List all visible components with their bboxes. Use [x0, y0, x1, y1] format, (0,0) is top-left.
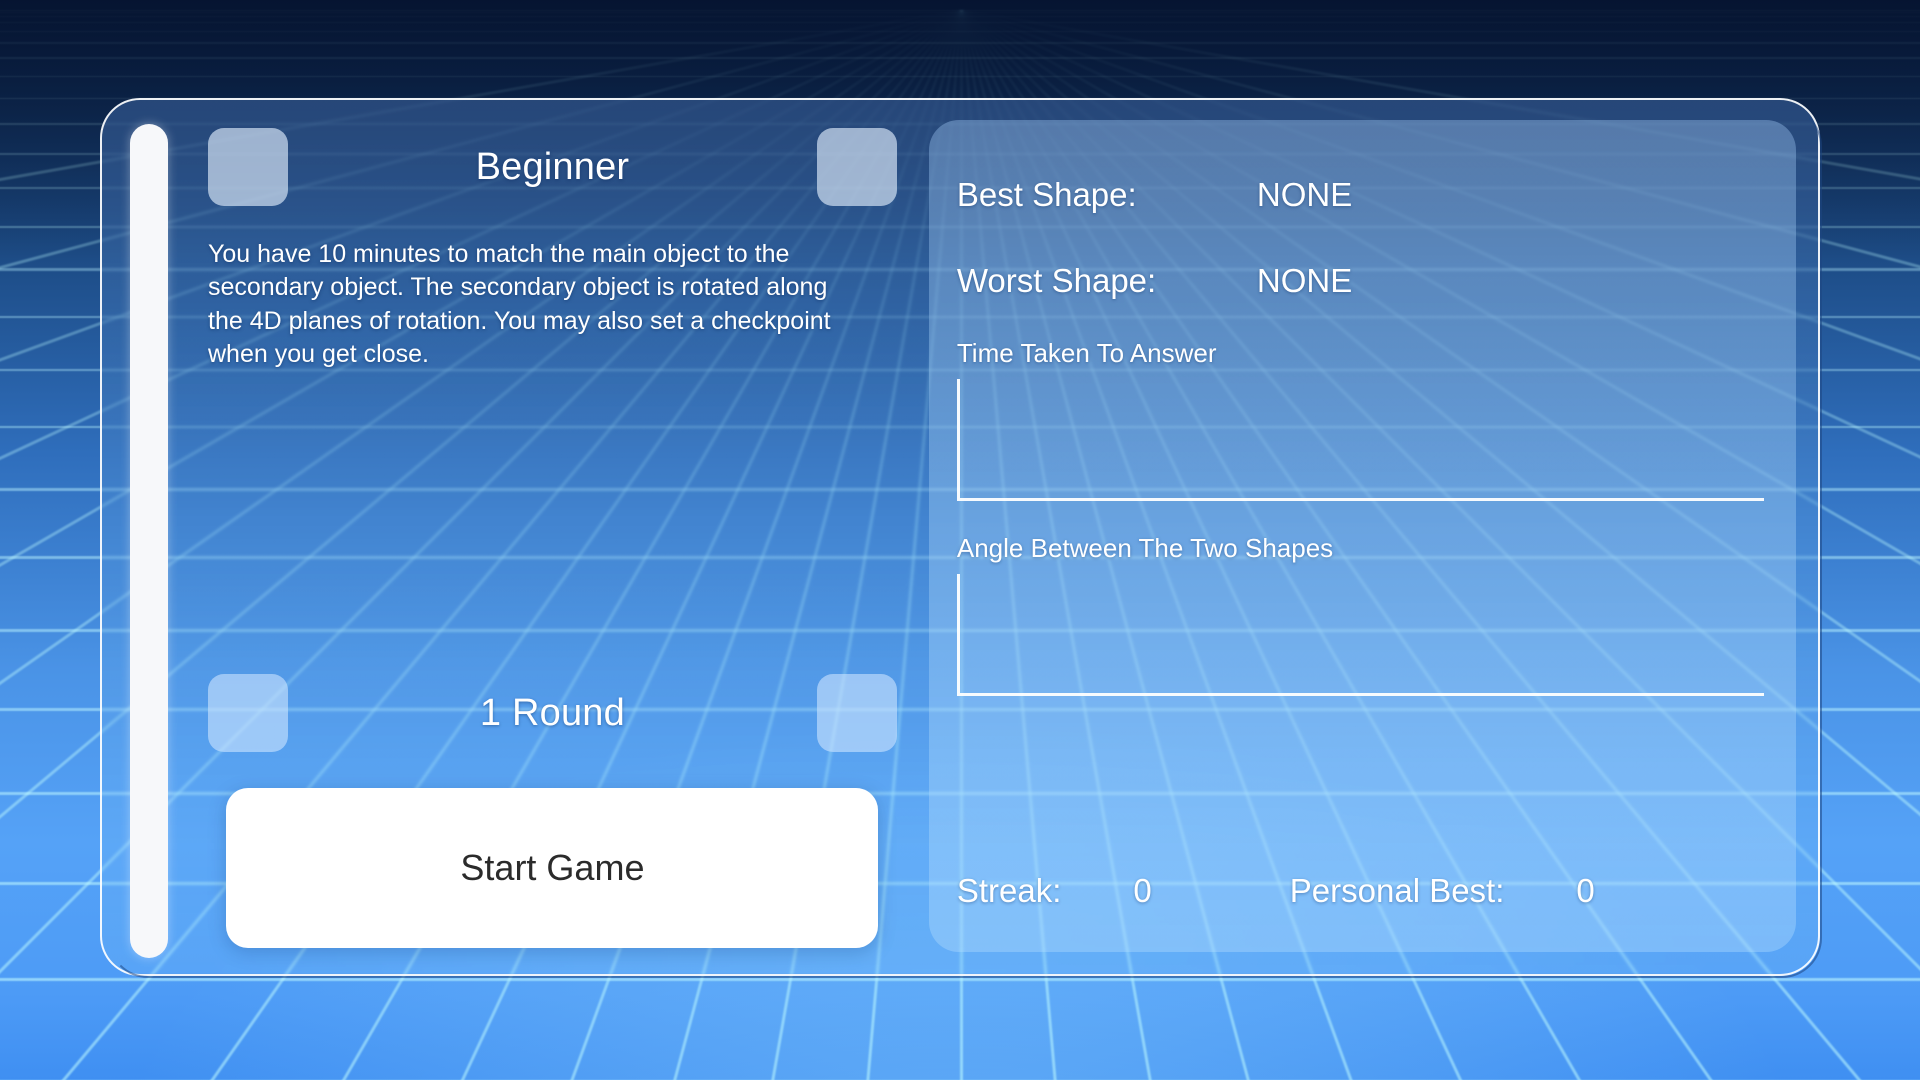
main-window-card: Beginner You have 10 minutes to match th…: [100, 98, 1822, 978]
vertical-slider[interactable]: [128, 124, 170, 958]
time-taken-chart-axes: [956, 379, 1764, 501]
start-game-button[interactable]: Start Game: [226, 788, 879, 948]
rounds-increment-button[interactable]: [816, 674, 897, 752]
time-taken-chart-title: Time Taken To Answer: [956, 338, 1217, 368]
streak-label: Streak:: [956, 872, 1062, 909]
personal-best-label: Personal Best:: [1289, 872, 1505, 909]
instructions-text: You have 10 minutes to match the main ob…: [208, 240, 831, 368]
worst-shape-row: Worst Shape: NONE: [957, 238, 1764, 324]
difficulty-increment-button[interactable]: [816, 128, 897, 206]
time-taken-chart: Time Taken To Answer: [956, 338, 1764, 501]
slider-thumb[interactable]: [130, 124, 168, 958]
rounds-stepper: 1 Round: [208, 668, 897, 758]
settings-panel: Beginner You have 10 minutes to match th…: [184, 100, 921, 974]
rounds-decrement-button[interactable]: [208, 674, 288, 752]
best-shape-row: Best Shape: NONE: [957, 152, 1764, 238]
footer-stats: Streak: 0 Personal Best: 0: [957, 872, 1764, 926]
personal-best-value: 0: [1576, 872, 1595, 909]
rounds-value: 1 Round: [479, 691, 625, 734]
angle-chart: Angle Between The Two Shapes: [956, 533, 1764, 696]
left-panel-spacer: [208, 371, 897, 668]
angle-chart-axes: [956, 574, 1764, 696]
stats-panel: Best Shape: NONE Worst Shape: NONE Time …: [928, 120, 1796, 952]
best-shape-value: NONE: [1256, 176, 1353, 213]
best-shape-label: Best Shape:: [956, 176, 1137, 213]
difficulty-stepper: Beginner: [208, 122, 897, 212]
difficulty-value: Beginner: [475, 145, 630, 188]
streak-value: 0: [1133, 872, 1152, 909]
difficulty-decrement-button[interactable]: [208, 128, 288, 206]
app-root: Beginner You have 10 minutes to match th…: [0, 0, 1920, 1080]
angle-chart-title: Angle Between The Two Shapes: [956, 533, 1334, 563]
worst-shape-value: NONE: [1256, 262, 1353, 299]
worst-shape-label: Worst Shape:: [956, 262, 1157, 299]
